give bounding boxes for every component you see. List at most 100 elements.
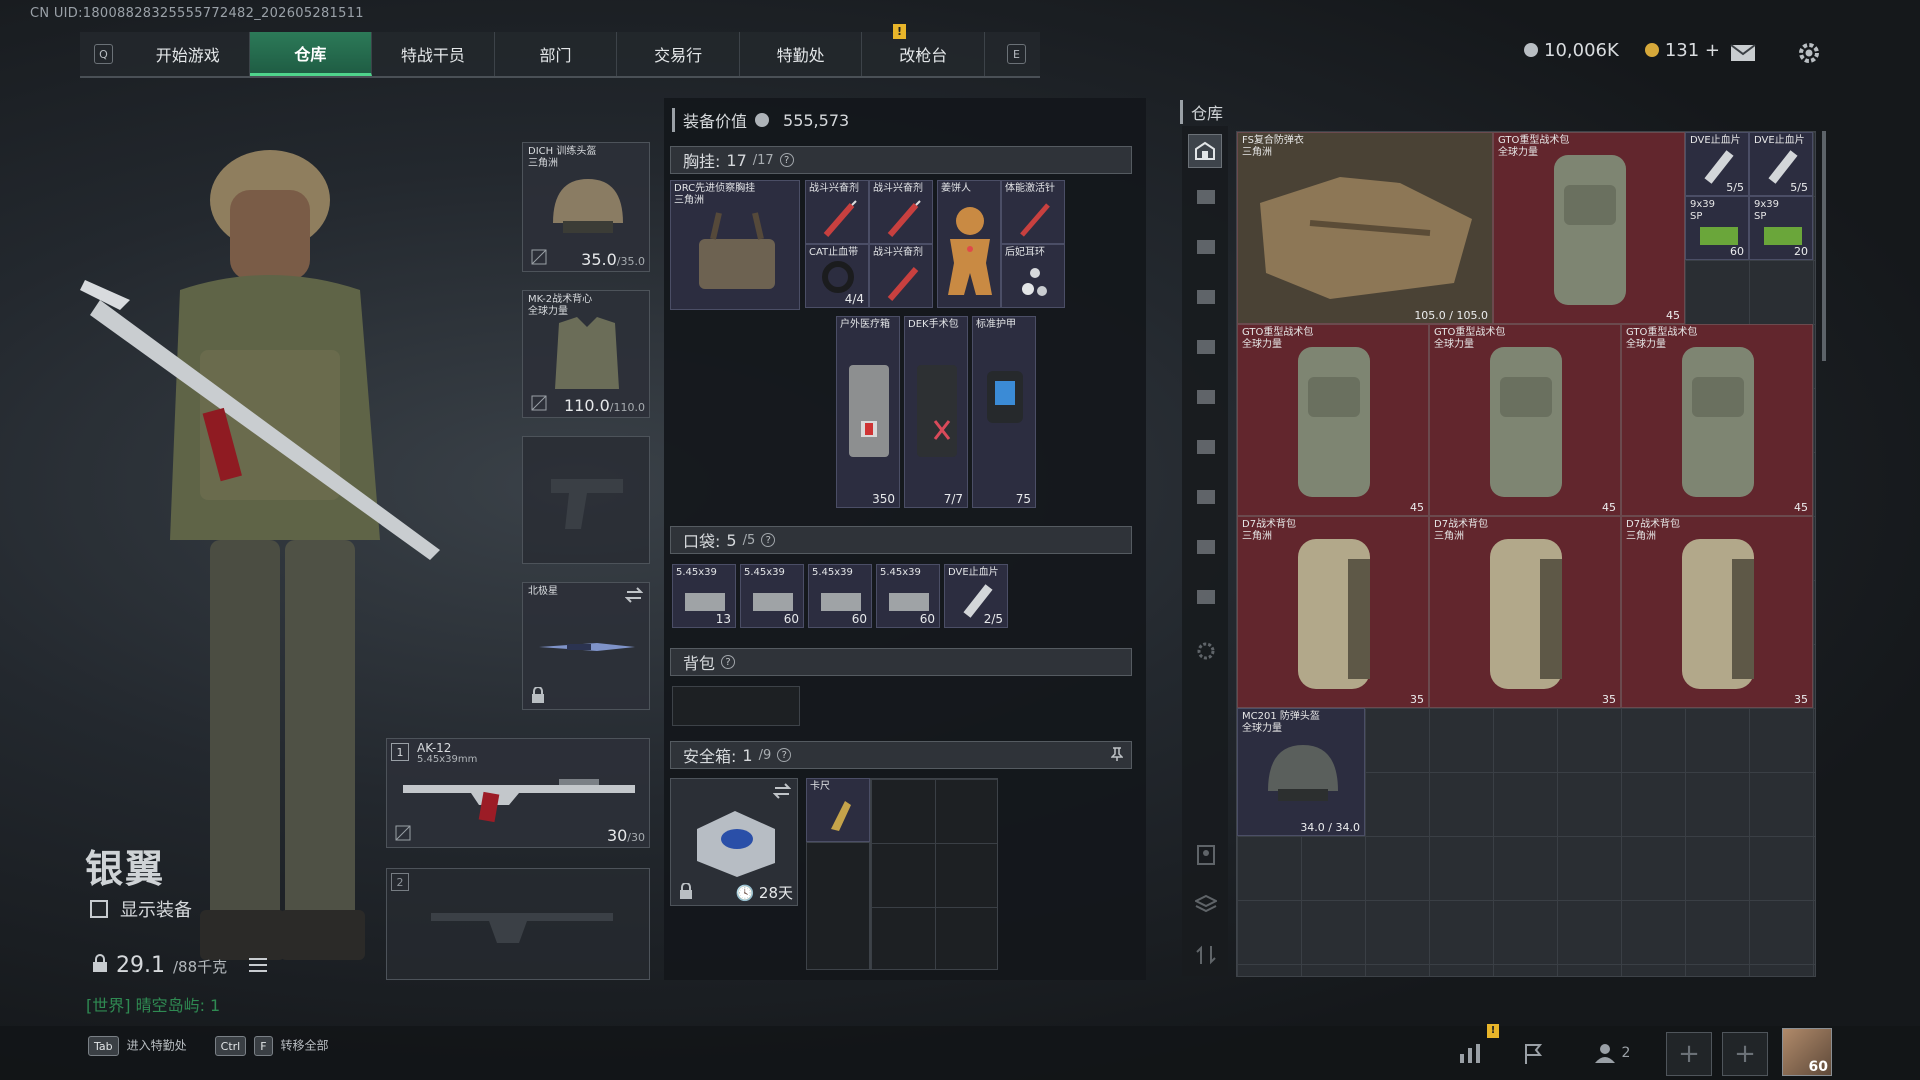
warehouse-item-dve-2[interactable]: DVE止血片 5/5 — [1749, 132, 1813, 196]
rig-item-armor-plate[interactable]: 标准护甲 75 — [972, 316, 1036, 508]
tourniquet-icon — [822, 261, 854, 293]
rig-item-stimulant-2[interactable]: 战斗兴奋剂 — [869, 180, 933, 244]
warehouse-settings-gear-icon[interactable] — [1195, 640, 1217, 662]
friends-button[interactable]: 2 — [1590, 1039, 1634, 1067]
tab-warehouse[interactable]: 仓库 — [249, 32, 373, 76]
warehouse-item-fs-armor[interactable]: FS复合防弹衣 三角洲 105.0 / 105.0 — [1237, 132, 1493, 324]
tab-start-game[interactable]: 开始游戏 — [127, 32, 250, 76]
chest-rig-help-icon[interactable]: ? — [779, 153, 794, 167]
mail-icon[interactable] — [1728, 40, 1758, 66]
rig-item-surgical-kit[interactable]: DEK手术包 7/7 — [904, 316, 968, 508]
show-equipment-toggle[interactable]: 显示装备 — [90, 896, 192, 922]
tab-market[interactable]: 交易行 — [617, 32, 740, 76]
rig-item-energy-shot[interactable]: 体能激活针 — [1001, 180, 1065, 244]
warehouse-id-icon[interactable] — [1195, 844, 1217, 866]
pocket-help-icon[interactable]: ? — [761, 533, 776, 547]
rig-item-stimulant-1[interactable]: 战斗兴奋剂 — [805, 180, 869, 244]
safebox-item-caliper[interactable]: 卡尺 — [806, 778, 870, 842]
tab-operators[interactable]: 特战干员 — [372, 32, 495, 76]
weight-value: 29.1 — [116, 953, 165, 978]
tab-department[interactable]: 部门 — [495, 32, 618, 76]
warehouse-item-gto-backpack-3[interactable]: GTO重型战术包 全球力量 45 — [1429, 324, 1621, 516]
safebox-container[interactable]: 🕓 28天 — [670, 778, 798, 906]
warehouse-item-dve-1[interactable]: DVE止血片 5/5 — [1685, 132, 1749, 196]
rifle-silhouette-icon — [431, 913, 613, 943]
warehouse-filter-icon-4[interactable] — [1195, 336, 1217, 358]
stats-chart-icon[interactable] — [1456, 1039, 1486, 1067]
rig-item-stimulant-3[interactable]: 战斗兴奋剂 — [869, 244, 933, 308]
warehouse-item-9x39-2[interactable]: 9x39 SP 20 — [1749, 196, 1813, 260]
warehouse-filter-icon-5[interactable] — [1195, 386, 1217, 408]
warehouse-filter-icon-6[interactable] — [1195, 436, 1217, 458]
gingerbread-icon — [948, 207, 992, 295]
enter-special-ops-hint[interactable]: Tab 进入特勤处 — [88, 1036, 187, 1056]
warehouse-filter-icon-1[interactable] — [1195, 186, 1217, 208]
armor-repair-icon — [987, 371, 1023, 423]
add-currency-button[interactable]: + — [1705, 40, 1720, 61]
warehouse-filter-icon-9[interactable] — [1195, 586, 1217, 608]
backpack-help-icon[interactable]: ? — [721, 655, 736, 669]
safebox-empty-grid[interactable] — [870, 778, 998, 970]
secondary-weapon-slot-empty[interactable]: 2 — [386, 868, 650, 980]
pocket-item-3[interactable]: 5.45x39 60 — [808, 564, 872, 628]
warehouse-item-gto-backpack-4[interactable]: GTO重型战术包 全球力量 45 — [1621, 324, 1813, 516]
rig-item-earring[interactable]: 后妃耳环 — [1001, 244, 1065, 308]
warehouse-item-gto-backpack-1[interactable]: GTO重型战术包 全球力量 45 — [1493, 132, 1685, 324]
bottom-key-hints: Tab 进入特勤处 Ctrl F 转移全部 — [88, 1036, 329, 1056]
safebox-empty-grid-2[interactable] — [806, 842, 870, 970]
warehouse-scrollbar[interactable] — [1822, 131, 1826, 361]
warehouse-layers-icon[interactable] — [1193, 894, 1219, 916]
safebox-help-icon[interactable]: ? — [777, 748, 792, 762]
syringe-icon — [887, 200, 921, 237]
pocket-item-1[interactable]: 5.45x39 13 — [672, 564, 736, 628]
pocket-item-5[interactable]: DVE止血片 2/5 — [944, 564, 1008, 628]
currency-bar: 10,006K 131 + — [1524, 40, 1720, 61]
chest-rig-item[interactable]: DRC先进侦察胸挂 三角洲 — [670, 180, 800, 310]
pocket-header: 口袋: 5/5 ? — [670, 526, 1132, 554]
warehouse-filter-icon-3[interactable] — [1195, 286, 1217, 308]
pocket-item-4[interactable]: 5.45x39 60 — [876, 564, 940, 628]
warehouse-item-9x39-1[interactable]: 9x39 SP 60 — [1685, 196, 1749, 260]
player-avatar[interactable]: 60 — [1782, 1028, 1832, 1076]
rig-item-medkit[interactable]: 户外医疗箱 350 — [836, 316, 900, 508]
safebox-icon — [697, 811, 775, 877]
warehouse-item-gto-backpack-2[interactable]: GTO重型战术包 全球力量 45 — [1237, 324, 1429, 516]
melee-slot[interactable]: 北极星 — [522, 582, 650, 710]
add-party-slot-2[interactable]: + — [1722, 1032, 1768, 1076]
weight-lock-icon — [92, 953, 108, 978]
swap-icon[interactable] — [624, 587, 644, 607]
rig-item-tourniquet[interactable]: CAT止血带 4/4 — [805, 244, 869, 308]
gold-currency[interactable]: 131 + — [1644, 40, 1720, 61]
show-equipment-checkbox[interactable] — [90, 900, 108, 918]
armor-slot[interactable]: MK-2战术背心 全球力量 110.0/110.0 — [522, 290, 650, 418]
pistol-slot-empty[interactable] — [522, 436, 650, 564]
warehouse-filter-icon-2[interactable] — [1195, 236, 1217, 258]
primary-weapon-slot[interactable]: 1 AK-12 5.45x39mm 30/30 — [386, 738, 650, 848]
weight-list-icon[interactable] — [249, 953, 268, 978]
settings-gear-icon[interactable] — [1794, 40, 1824, 66]
warehouse-sort-icon[interactable] — [1195, 944, 1217, 966]
tab-gunsmith[interactable]: 改枪台 — [862, 32, 986, 76]
earring-icon — [1022, 268, 1047, 296]
flag-icon[interactable] — [1518, 1039, 1548, 1067]
warehouse-item-d7-backpack-3[interactable]: D7战术背包 三角洲 35 — [1621, 516, 1813, 708]
backpack-empty-slot[interactable] — [672, 686, 800, 726]
warehouse-filter-icon-7[interactable] — [1195, 486, 1217, 508]
warehouse-item-d7-backpack-1[interactable]: D7战术背包 三角洲 35 — [1237, 516, 1429, 708]
warehouse-home-icon[interactable] — [1188, 134, 1222, 168]
rig-item-gingerbread[interactable]: 姜饼人 — [937, 180, 1001, 308]
helmet-slot[interactable]: DICH 训练头盔 三角洲 35.0/35.0 — [522, 142, 650, 272]
helmet-icon — [1268, 745, 1338, 801]
warehouse-item-mc201-helmet[interactable]: MC201 防弹头盔 全球力量 34.0 / 34.0 — [1237, 708, 1365, 836]
tab-alert-badge: ! — [893, 24, 906, 39]
pocket-item-2[interactable]: 5.45x39 60 — [740, 564, 804, 628]
uid-text: CN UID:180088283255557724​82_20260528151… — [30, 6, 364, 21]
warehouse-title: 仓库 — [1180, 100, 1223, 124]
warehouse-filter-icon-8[interactable] — [1195, 536, 1217, 558]
transfer-all-hint[interactable]: Ctrl F 转移全部 — [214, 1036, 329, 1056]
pin-icon[interactable] — [1110, 746, 1124, 765]
add-party-slot-1[interactable]: + — [1666, 1032, 1712, 1076]
show-equipment-label: 显示装备 — [120, 900, 192, 921]
warehouse-item-d7-backpack-2[interactable]: D7战术背包 三角洲 35 — [1429, 516, 1621, 708]
tab-special-ops[interactable]: 特勤处 — [740, 32, 863, 76]
